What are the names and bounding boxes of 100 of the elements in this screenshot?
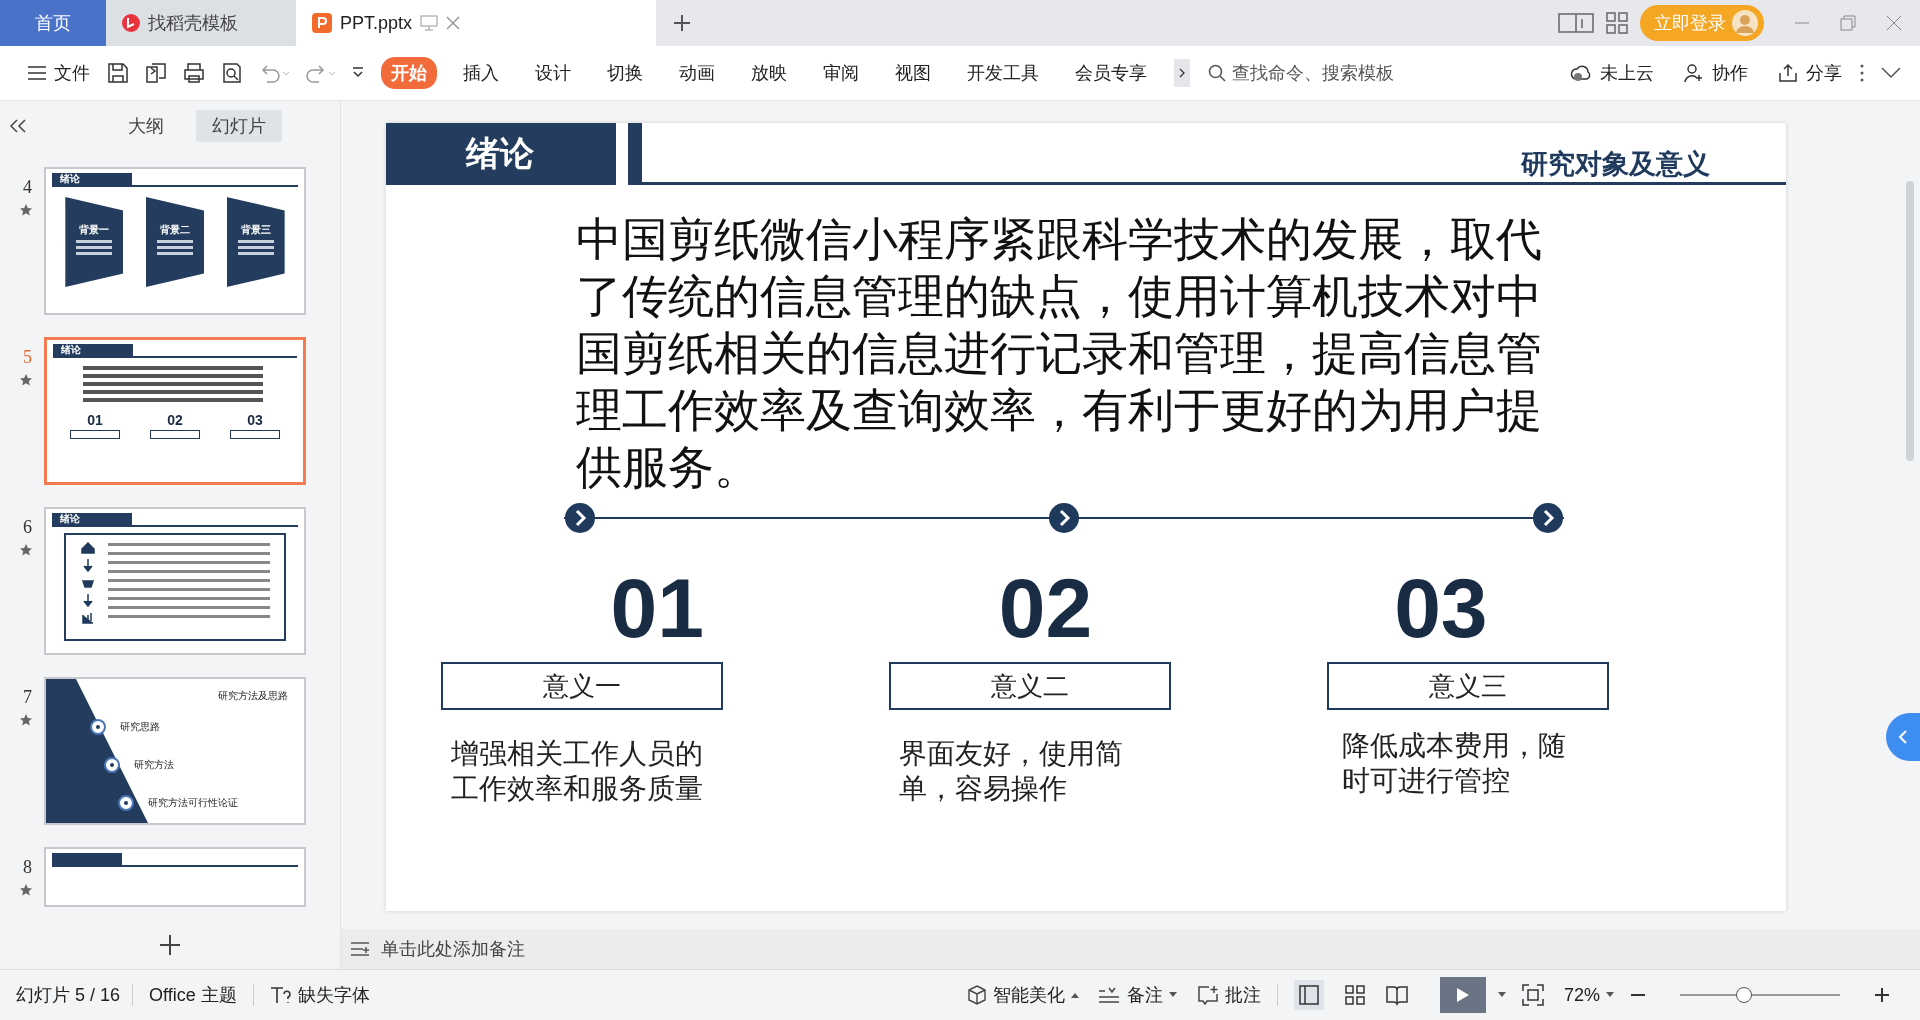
label-frame	[230, 430, 280, 439]
point-description: 增强相关工作人员的工作效率和服务质量	[450, 737, 704, 806]
more-icon[interactable]	[1859, 63, 1865, 83]
font-warning-icon	[269, 986, 292, 1004]
banner-title: 背景一	[79, 223, 110, 237]
caret-icon	[1070, 992, 1079, 998]
beautify-button[interactable]: 智能美化	[962, 981, 1083, 1009]
notes-icon	[351, 941, 371, 957]
ribbon-tab[interactable]: 动画	[669, 57, 725, 89]
collapse-icon[interactable]	[1881, 67, 1901, 79]
save-icon[interactable]	[107, 62, 129, 84]
normal-view-icon[interactable]	[1293, 980, 1324, 1010]
thumbnail-title: 绪论	[59, 513, 80, 525]
ribbon-tab[interactable]: 设计	[525, 57, 581, 89]
toolbar-action[interactable]: 分享	[1772, 57, 1848, 89]
cloud-icon	[1570, 64, 1592, 82]
zoom-slider-thumb[interactable]	[1736, 987, 1752, 1003]
slide-number: 7	[23, 687, 32, 708]
slide-section-title: 绪论	[465, 133, 534, 174]
method-item: 研究思路	[120, 720, 160, 734]
layout-icon[interactable]	[1558, 13, 1594, 33]
undo-icon[interactable]	[259, 62, 289, 84]
slide-thumbnail[interactable]: 研究方法及思路 研究思路 研究方法 研究方法可行性论证	[44, 677, 306, 825]
collapse-panel-icon[interactable]	[10, 119, 26, 133]
presentation-icon	[312, 13, 332, 33]
panel-tab[interactable]: 幻灯片	[196, 110, 282, 142]
slide-thumbnail[interactable]	[44, 847, 306, 907]
menu-icon	[28, 66, 46, 80]
point-number: 03	[247, 412, 263, 428]
search-icon	[1208, 64, 1226, 82]
point-description: 降低成本费用，随时可进行管控	[1342, 729, 1568, 798]
banner-title: 背景二	[160, 223, 190, 237]
thumbnail-title: 研究方法及思路	[218, 689, 288, 703]
document-tab[interactable]: 首页	[0, 0, 106, 46]
play-icon	[1455, 987, 1470, 1003]
label-frame	[70, 430, 120, 439]
thumbnail-title: 绪论	[59, 173, 80, 185]
zoom-in-icon[interactable]	[1874, 987, 1890, 1003]
notes-field[interactable]: 单击此处添加备注	[341, 929, 1920, 969]
slide-thumbnail[interactable]: 绪论 01 02 03	[44, 337, 306, 485]
point-label: 意义二	[888, 662, 1171, 710]
chevron-circle-icon	[1047, 502, 1080, 534]
play-button[interactable]	[1439, 977, 1486, 1013]
slide-thumbnail[interactable]: 绪论	[44, 507, 306, 655]
slide-number: 6	[23, 517, 32, 538]
toolbar-action[interactable]: 未上云	[1564, 57, 1660, 89]
theme-button[interactable]: Office 主题	[145, 981, 241, 1009]
chevron-left-icon	[1898, 730, 1908, 744]
ribbon-tab[interactable]: 审阅	[813, 57, 869, 89]
panel-tab[interactable]: 大纲	[112, 110, 180, 142]
comments-button[interactable]: 批注	[1192, 981, 1265, 1009]
slide-number: 8	[23, 857, 32, 878]
search-field[interactable]: 查找命令、搜索模板	[1208, 61, 1434, 85]
star-icon	[20, 714, 32, 726]
ribbon-tab[interactable]: 开发工具	[957, 57, 1049, 89]
star-icon	[20, 204, 32, 216]
avatar-icon	[1732, 10, 1758, 36]
notes-button[interactable]: 备注	[1094, 981, 1181, 1009]
cube-icon	[966, 985, 987, 1005]
book-icon[interactable]	[1385, 984, 1408, 1006]
zoom-level[interactable]: 72%	[1559, 982, 1618, 1008]
caret-icon	[1168, 992, 1177, 998]
add-slide-icon[interactable]	[159, 934, 181, 956]
close-icon[interactable]	[1886, 15, 1902, 31]
share-icon	[1778, 63, 1798, 83]
preview-icon[interactable]	[221, 62, 243, 84]
star-icon	[20, 374, 32, 386]
slide-subtitle: 研究对象及意义	[1520, 148, 1710, 181]
ribbon-tab[interactable]: 会员专享	[1065, 57, 1157, 89]
new-tab-icon[interactable]	[672, 13, 692, 33]
slide-thumbnail[interactable]: 绪论 背景一 背景二 背景三	[44, 167, 306, 315]
grid-view-icon[interactable]	[1343, 984, 1366, 1006]
toolbar-action[interactable]: 协作	[1678, 57, 1754, 89]
redo-icon[interactable]	[305, 62, 335, 84]
slide-paragraph: 中国剪纸微信小程序紧跟科学技术的发展，取代了传统的信息管理的缺点，使用计算机技术对中国剪纸相关的信息进行记录和管理，提高信息管理工作效率及查询效率，有利于更好的为用户提供服务。	[575, 212, 1543, 495]
side-panel-toggle[interactable]	[1886, 713, 1920, 761]
method-item: 研究方法可行性论证	[148, 796, 238, 810]
thumbnail-title: 绪论	[60, 344, 81, 356]
missing-font-button[interactable]: 缺失字体	[265, 981, 374, 1009]
scrollbar-thumb[interactable]	[1906, 181, 1914, 461]
star-icon	[20, 884, 32, 896]
caret-icon	[1606, 992, 1614, 998]
point-description: 界面友好，使用简单，容易操作	[898, 737, 1124, 806]
fit-icon[interactable]	[1521, 984, 1544, 1006]
ribbon-tab[interactable]: 视图	[885, 57, 941, 89]
ribbon-tab[interactable]: 切换	[597, 57, 653, 89]
export-icon[interactable]	[145, 62, 167, 84]
print-icon[interactable]	[183, 62, 205, 84]
grid-icon[interactable]	[1606, 12, 1628, 34]
file-menu[interactable]: 文件	[22, 57, 96, 89]
ribbon-tab[interactable]: 放映	[741, 57, 797, 89]
star-icon	[20, 544, 32, 556]
point-label: 意义三	[1327, 662, 1610, 710]
ribbon-tab[interactable]: 插入	[453, 57, 509, 89]
document-tab[interactable]: 找稻壳模板	[106, 0, 296, 46]
document-tab[interactable]: PPT.pptx	[296, 0, 656, 46]
dropdown-icon[interactable]	[351, 66, 365, 80]
chevron-circle-icon	[563, 502, 596, 534]
close-icon[interactable]	[446, 16, 461, 30]
caret-icon[interactable]	[1497, 992, 1506, 998]
